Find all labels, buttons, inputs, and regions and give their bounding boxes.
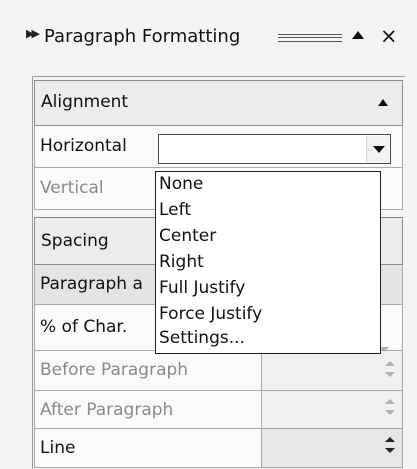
dropdown-option-left[interactable]: Left — [159, 200, 191, 220]
stepper-down-icon[interactable] — [385, 448, 395, 453]
dropdown-option-settings[interactable]: Settings... — [159, 328, 245, 348]
dropdown-option-none[interactable]: None — [159, 174, 203, 194]
row-label: Before Paragraph — [40, 360, 189, 380]
value-stepper[interactable] — [382, 397, 398, 419]
horizontal-alignment-dropdown[interactable]: None Left Center Right Full Justify Forc… — [155, 171, 381, 354]
triangle-up-icon[interactable] — [378, 99, 388, 106]
row-label: Line — [40, 438, 76, 458]
dropdown-option-right[interactable]: Right — [159, 252, 204, 272]
panel-title: Paragraph Formatting — [44, 26, 241, 47]
row-label: Paragraph a — [40, 274, 143, 294]
combo-dropdown-button[interactable] — [366, 136, 389, 162]
stepper-up-icon[interactable] — [385, 437, 395, 442]
section-label: Alignment — [41, 92, 129, 112]
stepper-up-icon[interactable] — [385, 399, 395, 404]
row-label: % of Char. — [40, 317, 128, 337]
value-cell[interactable] — [261, 429, 402, 467]
dropdown-option-center[interactable]: Center — [159, 226, 216, 246]
value-stepper[interactable] — [382, 435, 398, 457]
stepper-down-icon[interactable] — [385, 410, 395, 415]
row-line[interactable]: Line — [34, 429, 403, 468]
section-label: Spacing — [41, 231, 109, 251]
horizontal-alignment-combo[interactable] — [158, 134, 391, 164]
row-label: After Paragraph — [40, 400, 174, 420]
dropdown-option-full-justify[interactable]: Full Justify — [159, 278, 245, 298]
row-label-vertical: Vertical — [40, 178, 104, 198]
chevron-down-icon — [373, 146, 385, 153]
row-after-paragraph[interactable]: After Paragraph — [34, 391, 403, 429]
panel-titlebar[interactable]: ▶▶ Paragraph Formatting × — [16, 22, 416, 52]
paragraph-formatting-panel: ▶▶ Paragraph Formatting × Alignment Hori… — [0, 0, 417, 469]
title-drag-rule[interactable] — [278, 34, 342, 42]
section-header-alignment[interactable]: Alignment — [34, 80, 403, 126]
stepper-down-icon[interactable] — [385, 372, 395, 377]
row-label-horizontal: Horizontal — [40, 136, 127, 156]
row-before-paragraph[interactable]: Before Paragraph — [34, 351, 403, 391]
close-icon[interactable]: × — [380, 24, 398, 48]
value-cell[interactable] — [261, 391, 402, 428]
double-chevron-right-icon[interactable]: ▶▶ — [26, 27, 40, 40]
triangle-up-icon[interactable] — [352, 31, 364, 39]
dropdown-option-force-justify[interactable]: Force Justify — [159, 304, 262, 324]
